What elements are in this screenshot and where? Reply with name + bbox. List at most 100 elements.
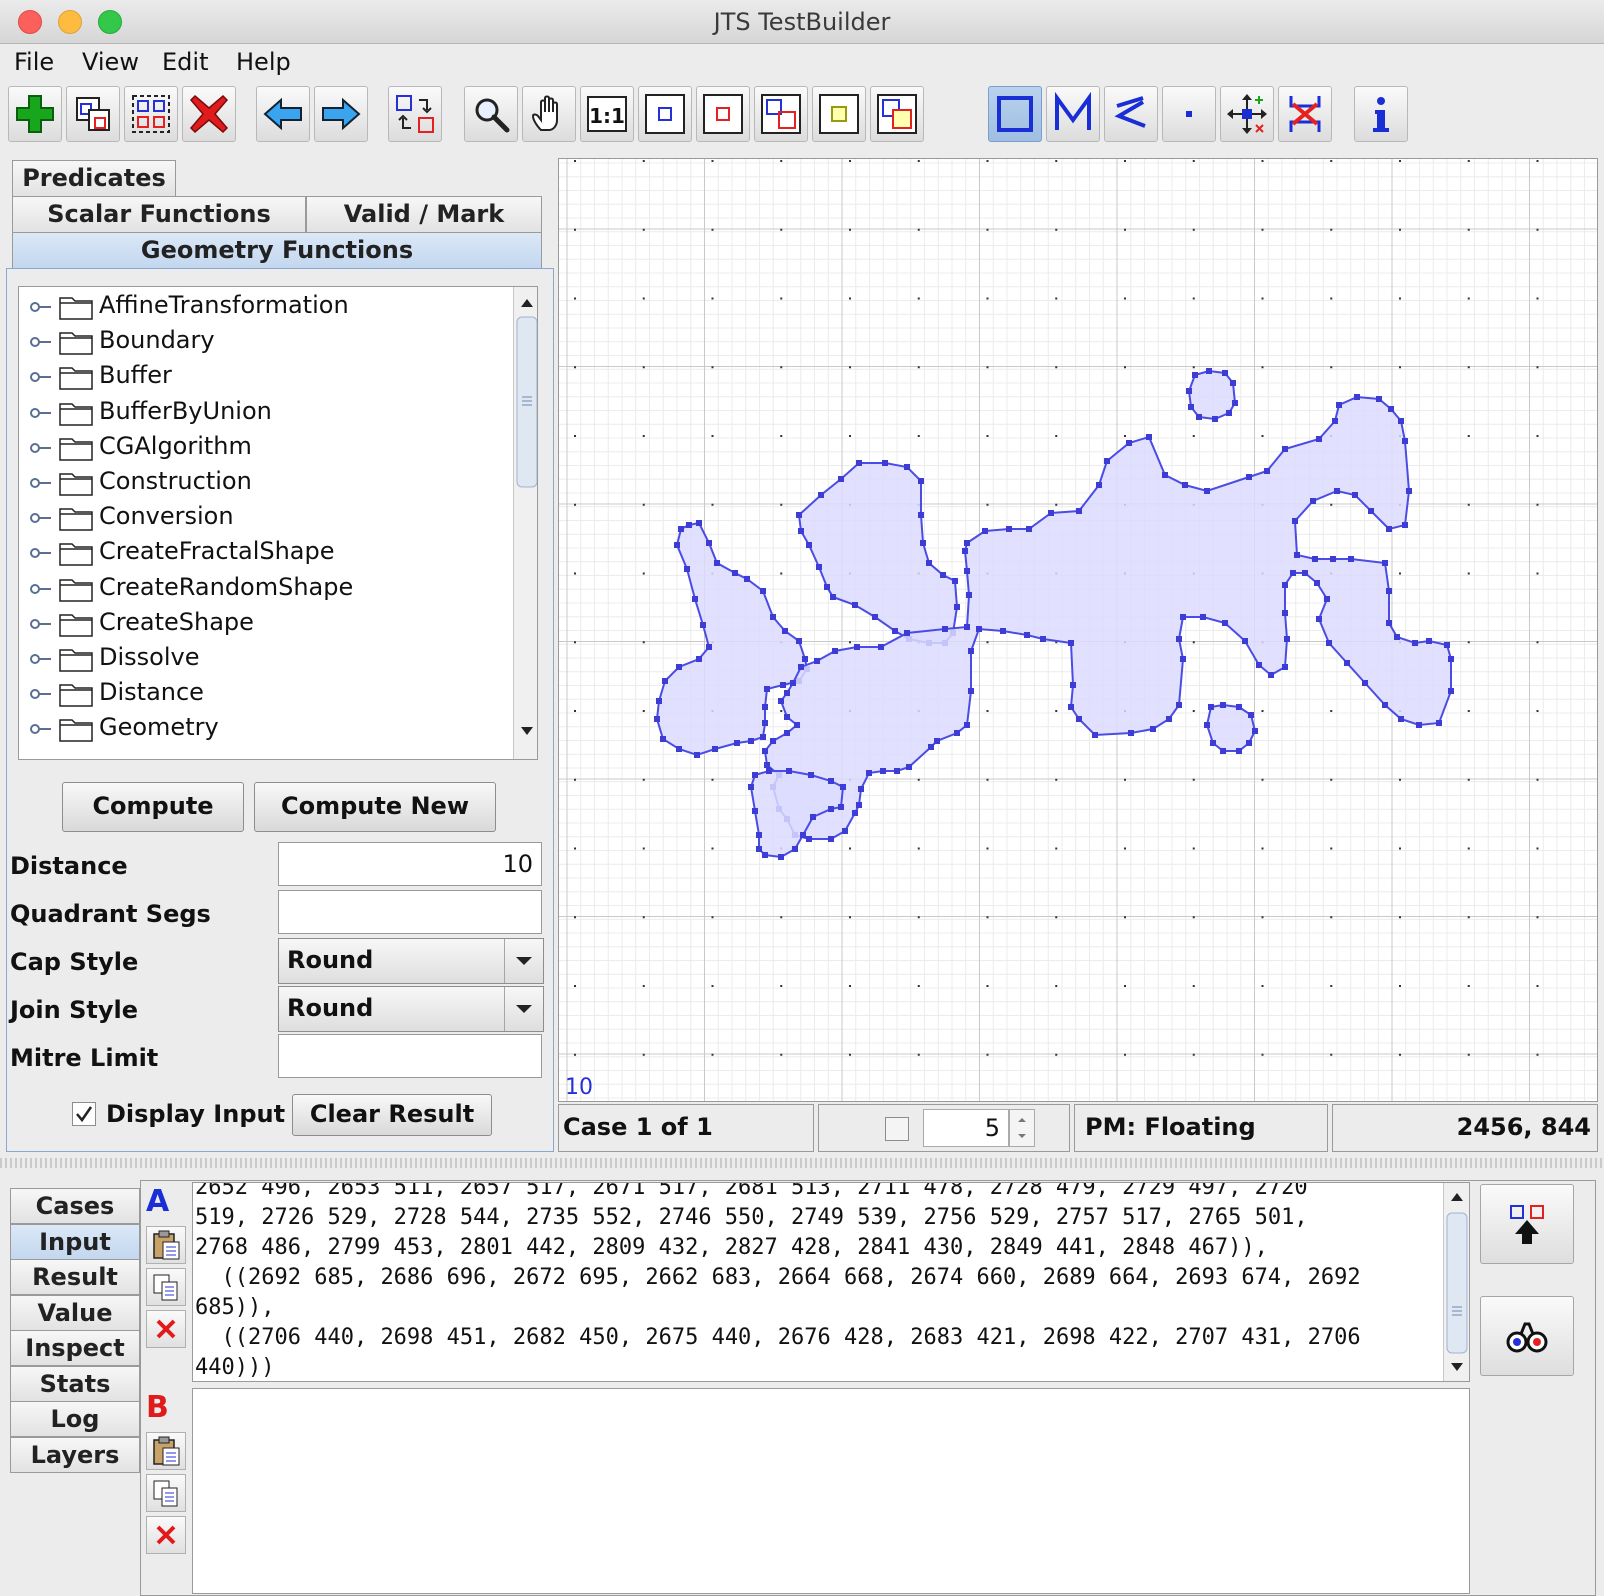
tree-expand-icon[interactable] [29, 614, 51, 634]
tree-item-label: Geometry [99, 713, 219, 742]
zoom-button[interactable] [464, 86, 518, 142]
clear-a-button[interactable] [146, 1310, 186, 1348]
tree-item[interactable]: BufferByUnion [19, 395, 519, 431]
tree-expand-icon[interactable] [29, 332, 51, 352]
tab-scalar-functions[interactable]: Scalar Functions [12, 196, 306, 232]
tree-item[interactable]: AffineTransformation [19, 289, 519, 325]
tree-expand-icon[interactable] [29, 367, 51, 387]
menu-file[interactable]: File [14, 48, 54, 76]
clear-result-button[interactable]: Clear Result [292, 1094, 492, 1136]
menu-help[interactable]: Help [236, 48, 291, 76]
tree-expand-icon[interactable] [29, 649, 51, 669]
draw-point-button[interactable] [1162, 86, 1216, 142]
distance-field[interactable]: 10 [278, 842, 542, 886]
quadrant-segs-field[interactable] [278, 890, 542, 934]
tree-expand-icon[interactable] [29, 543, 51, 563]
tab-predicates[interactable]: Predicates [12, 160, 176, 196]
display-input-checkbox[interactable] [72, 1102, 96, 1126]
tree-expand-icon[interactable] [29, 579, 51, 599]
tree-item[interactable]: Geometry [19, 711, 519, 747]
clear-b-button[interactable] [146, 1516, 186, 1554]
copy-a-button[interactable] [146, 1268, 186, 1306]
chevron-down-icon[interactable] [504, 939, 543, 983]
inspect-geometry-button[interactable] [1480, 1296, 1574, 1376]
tree-item[interactable]: Boundary [19, 324, 519, 360]
tab-layers[interactable]: Layers [10, 1436, 140, 1473]
tree-scrollbar[interactable] [513, 287, 537, 759]
zoom-to-b-button[interactable] [696, 86, 750, 142]
status-bar: Case 1 of 1 5 PM: Floating 2456, 844 [558, 1104, 1598, 1152]
spinner-checkbox[interactable] [885, 1117, 909, 1141]
delete-case-button[interactable] [182, 86, 236, 142]
geometry-canvas[interactable]: 10 [558, 158, 1598, 1102]
paste-b-button[interactable] [146, 1432, 186, 1470]
tree-item[interactable]: CGAlgorithm [19, 430, 519, 466]
tree-expand-icon[interactable] [29, 719, 51, 739]
zoom-to-result-button[interactable] [812, 86, 866, 142]
tree-item[interactable]: CreateRandomShape [19, 571, 519, 607]
edit-vertex-button[interactable] [1220, 86, 1274, 142]
load-geometry-button[interactable] [1480, 1184, 1574, 1264]
menu-view[interactable]: View [82, 48, 139, 76]
tab-value[interactable]: Value [10, 1294, 140, 1331]
exchange-geometries-button[interactable] [388, 86, 442, 142]
geometry-a-wkt-text[interactable]: 2652 496, 2653 511, 2657 517, 2671 517, … [195, 1183, 1435, 1381]
zoom-to-full-button[interactable] [870, 86, 924, 142]
next-case-button[interactable] [314, 86, 368, 142]
geometry-b-wkt-area[interactable] [192, 1388, 1470, 1594]
draw-polygon-button[interactable] [988, 86, 1042, 142]
zoom-to-input-button[interactable] [754, 86, 808, 142]
tab-cases[interactable]: Cases [10, 1188, 140, 1224]
tree-item[interactable]: Distance [19, 676, 519, 712]
tree-expand-icon[interactable] [29, 438, 51, 458]
wkt-scrollbar[interactable] [1443, 1183, 1469, 1381]
tree-item[interactable]: Conversion [19, 500, 519, 536]
panel-splitter[interactable] [0, 1158, 1604, 1168]
tab-valid-mark[interactable]: Valid / Mark [306, 196, 542, 232]
copy-b-button[interactable] [146, 1474, 186, 1512]
zoom-to-a-button[interactable] [638, 86, 692, 142]
tab-result[interactable]: Result [10, 1259, 140, 1295]
duplicate-case-button[interactable] [124, 86, 178, 142]
chevron-down-icon[interactable] [504, 987, 543, 1031]
mitre-limit-field[interactable] [278, 1034, 542, 1078]
menu-bar: File View Edit Help [0, 44, 1604, 82]
tree-expand-icon[interactable] [29, 473, 51, 493]
spinner-arrows[interactable] [1009, 1109, 1035, 1147]
tab-stats[interactable]: Stats [10, 1365, 140, 1402]
tree-item[interactable]: CreateShape [19, 606, 519, 642]
tab-geometry-functions[interactable]: Geometry Functions [12, 232, 542, 268]
copy-case-button[interactable] [66, 86, 120, 142]
draw-linestring-button[interactable] [1046, 86, 1100, 142]
tree-item-label: CreateShape [99, 607, 254, 636]
clipboard-icon [153, 1436, 180, 1466]
compute-new-button[interactable]: Compute New [254, 782, 496, 832]
tree-item[interactable]: Dissolve [19, 641, 519, 677]
tree-expand-icon[interactable] [29, 508, 51, 528]
geometry-view[interactable] [559, 159, 1598, 1102]
join-style-select[interactable]: Round [278, 986, 544, 1032]
draw-line-button[interactable] [1104, 86, 1158, 142]
tree-expand-icon[interactable] [29, 297, 51, 317]
tab-log[interactable]: Log [10, 1401, 140, 1437]
delete-vertex-button[interactable] [1278, 86, 1332, 142]
spinner-input[interactable]: 5 [923, 1109, 1009, 1147]
compute-button[interactable]: Compute [62, 782, 244, 832]
tree-item[interactable]: Buffer [19, 359, 519, 395]
geometry-a-wkt-area[interactable]: 2652 496, 2653 511, 2657 517, 2671 517, … [192, 1182, 1470, 1382]
tree-expand-icon[interactable] [29, 684, 51, 704]
info-button[interactable] [1354, 86, 1408, 142]
previous-case-button[interactable] [256, 86, 310, 142]
copy-case-icon [76, 97, 110, 131]
menu-edit[interactable]: Edit [162, 48, 208, 76]
tree-expand-icon[interactable] [29, 403, 51, 423]
add-case-button[interactable] [8, 86, 62, 142]
paste-a-button[interactable] [146, 1226, 186, 1264]
pan-button[interactable] [522, 86, 576, 142]
tab-input[interactable]: Input [10, 1223, 140, 1260]
zoom-one-to-one-button[interactable]: 1:1 [580, 86, 634, 142]
cap-style-select[interactable]: Round [278, 938, 544, 984]
tree-item[interactable]: Construction [19, 465, 519, 501]
tree-item[interactable]: CreateFractalShape [19, 535, 519, 571]
tab-inspect[interactable]: Inspect [10, 1330, 140, 1366]
